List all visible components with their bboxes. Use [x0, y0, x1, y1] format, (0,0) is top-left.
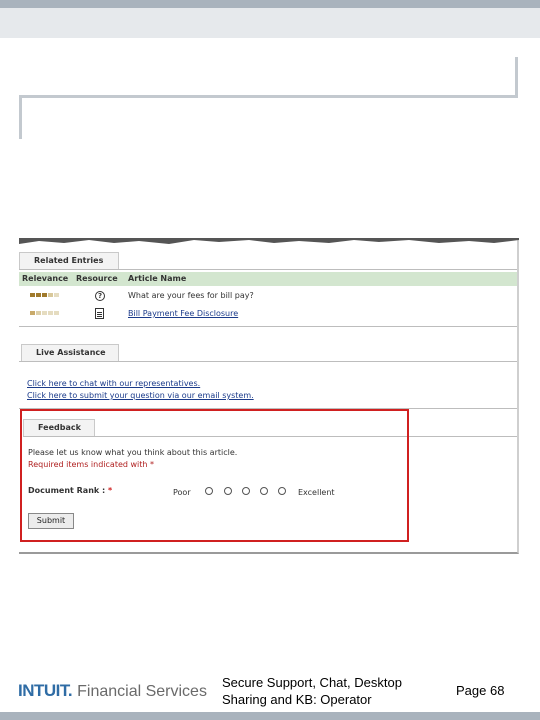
logo-brand: INTUIT.	[18, 681, 73, 700]
related-row: ? What are your fees for bill pay?	[19, 288, 517, 304]
bottom-band	[0, 712, 540, 720]
chat-link[interactable]: Click here to chat with our representati…	[27, 379, 200, 388]
article-name: What are your fees for bill pay?	[128, 291, 254, 300]
document-icon	[95, 308, 104, 319]
intuit-logo: INTUIT. Financial Services	[18, 681, 207, 703]
email-link[interactable]: Click here to submit your question via o…	[27, 391, 254, 400]
feedback-highlight-box	[20, 409, 409, 542]
footer-title: Secure Support, Chat, Desktop Sharing an…	[222, 675, 402, 707]
torn-edge	[19, 238, 519, 244]
logo-suffix: Financial Services	[77, 683, 207, 700]
relevance-dots	[30, 293, 59, 297]
relevance-dots	[30, 311, 59, 315]
top-strip	[0, 8, 540, 38]
related-bottom-rule	[19, 326, 517, 327]
related-row: Bill Payment Fee Disclosure	[19, 306, 517, 322]
frame-line-right	[515, 57, 518, 98]
col-article-name: Article Name	[128, 274, 187, 283]
question-icon: ?	[95, 291, 105, 301]
page-number: Page 68	[456, 683, 505, 698]
live-rule	[19, 361, 517, 362]
related-rule	[19, 269, 517, 270]
top-band	[0, 0, 540, 8]
article-link[interactable]: Bill Payment Fee Disclosure	[128, 309, 238, 318]
frame-line-top	[19, 95, 518, 98]
frame-line-left	[19, 95, 22, 139]
tab-live-assistance[interactable]: Live Assistance	[21, 344, 119, 361]
col-relevance: Relevance	[22, 274, 69, 283]
col-resource: Resource	[76, 274, 118, 283]
tab-related-entries[interactable]: Related Entries	[19, 252, 119, 269]
related-header-row: Relevance Resource Article Name	[19, 272, 517, 286]
